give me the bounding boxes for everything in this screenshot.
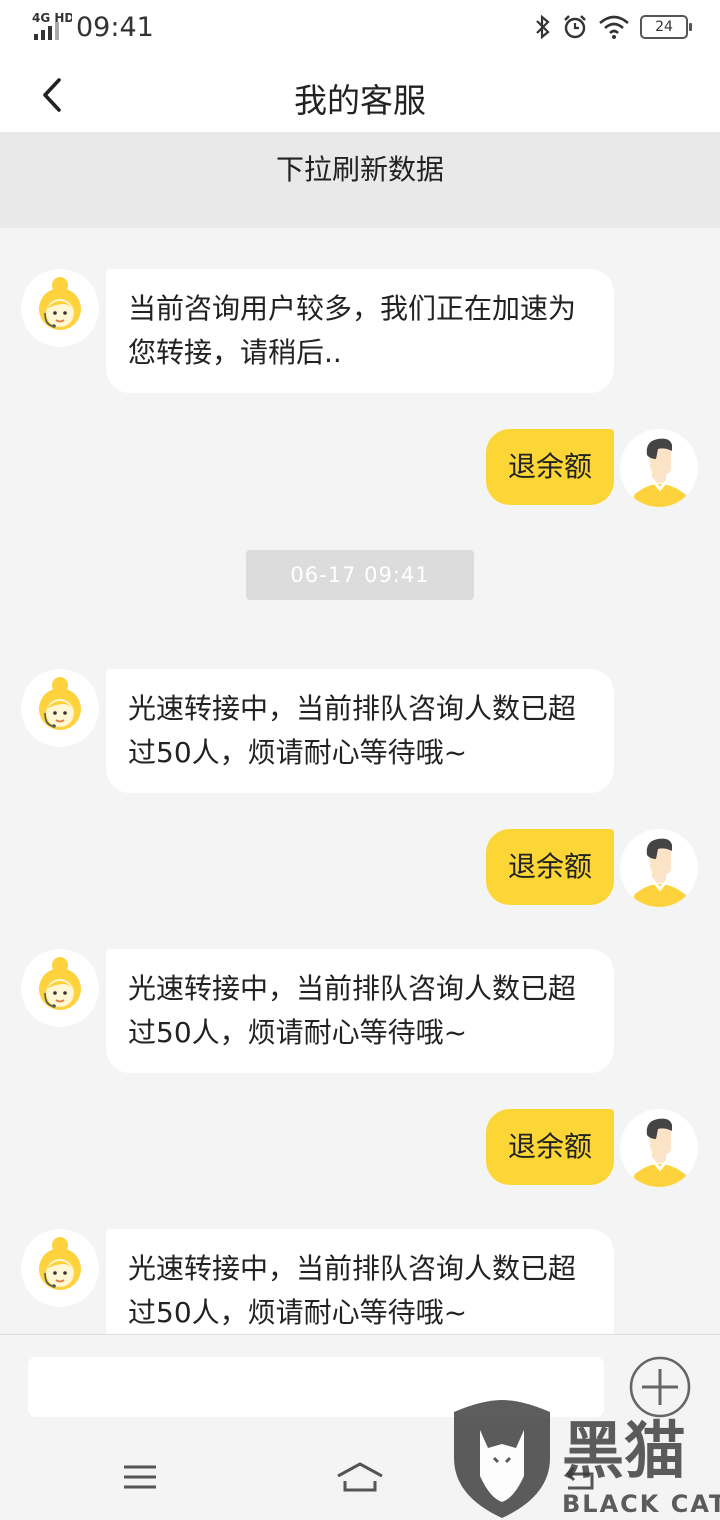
user-avatar-icon[interactable] xyxy=(620,429,698,507)
page-title: 我的客服 xyxy=(294,81,426,120)
message-bubble: 光速转接中，当前排队咨询人数已超过50人，烦请耐心等待哦~ xyxy=(106,1229,614,1334)
alarm-icon xyxy=(564,15,586,39)
customer-service-agent-icon[interactable] xyxy=(21,1229,99,1307)
message-bubble: 退余额 xyxy=(485,429,614,505)
watermark-subtitle: BLACK CAT xyxy=(562,1490,720,1518)
menu-icon[interactable] xyxy=(110,1452,170,1502)
message-bubble: 退余额 xyxy=(485,829,614,905)
home-icon[interactable] xyxy=(330,1452,390,1502)
message-bubble: 退余额 xyxy=(485,1109,614,1185)
status-bar: 4G HD 09:41 24 xyxy=(0,0,720,56)
bluetooth-icon xyxy=(536,14,550,40)
wifi-icon xyxy=(599,15,629,39)
customer-service-agent-icon[interactable] xyxy=(21,269,99,347)
message-bubble: 光速转接中，当前排队咨询人数已超过50人，烦请耐心等待哦~ xyxy=(106,949,614,1073)
status-icons: 24 xyxy=(534,14,692,40)
user-avatar-icon[interactable] xyxy=(620,829,698,907)
user-avatar-icon[interactable] xyxy=(620,1109,698,1187)
message-timestamp: 06-17 09:41 xyxy=(246,550,474,600)
customer-service-agent-icon[interactable] xyxy=(21,669,99,747)
customer-service-agent-icon[interactable] xyxy=(21,949,99,1027)
watermark-title: 黑猫 xyxy=(562,1414,686,1487)
message-bubble: 当前咨询用户较多，我们正在加速为您转接，请稍后.. xyxy=(106,269,614,393)
chat-list[interactable]: 当前咨询用户较多，我们正在加速为您转接，请稍后.. 退余额 06-17 09:4… xyxy=(0,228,720,1334)
status-time: 09:41 xyxy=(76,12,154,43)
app-header: 我的客服 xyxy=(0,56,720,132)
message-bubble: 光速转接中，当前排队咨询人数已超过50人，烦请耐心等待哦~ xyxy=(106,669,614,793)
signal-icon: 4G HD xyxy=(32,11,72,40)
black-cat-watermark-logo: 黑猫 BLACK CAT xyxy=(454,1400,720,1518)
pull-to-refresh-hint: 下拉刷新数据 xyxy=(0,132,720,228)
network-label: 4G HD xyxy=(32,11,72,25)
battery-indicator: 24 xyxy=(640,15,692,39)
